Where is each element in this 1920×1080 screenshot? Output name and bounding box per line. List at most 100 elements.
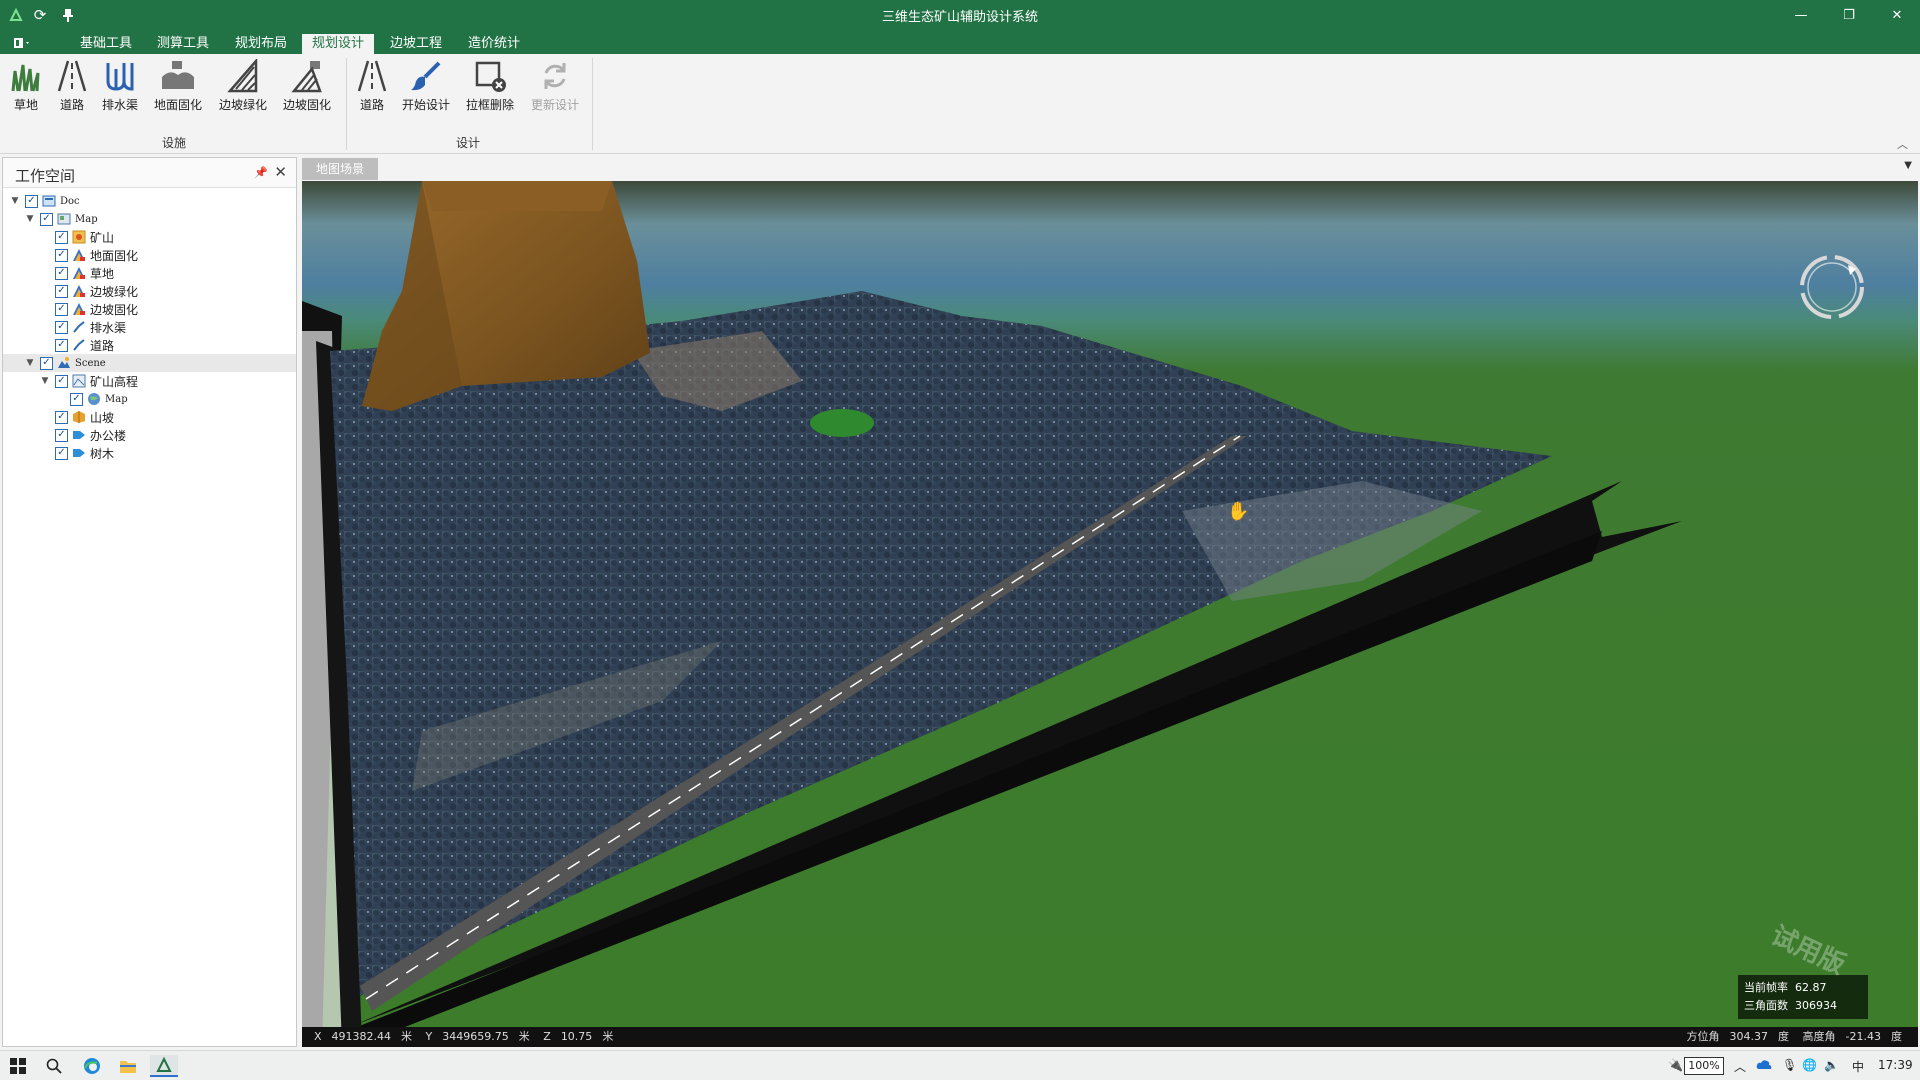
pin-panel-icon[interactable]: 📌 [254,166,268,179]
minimize-button[interactable]: — [1778,0,1824,31]
box-delete-label: 拉框删除 [465,98,514,112]
layer-visible-checkbox[interactable]: ✓ [55,284,68,298]
layer-visible-checkbox[interactable]: ✓ [55,230,68,244]
layer-visible-checkbox[interactable]: ✓ [55,320,68,334]
tree-expand-icon[interactable]: ▼ [39,376,51,386]
edge-browser-icon[interactable] [78,1055,106,1077]
tab-cost-statistics[interactable]: 造价统计 [458,34,530,54]
show-hidden-icons-chevron-icon[interactable]: ︿ [1734,1058,1746,1075]
tree-expand-icon[interactable]: ▼ [9,196,21,206]
slope-greening-button[interactable]: 边坡绿化 [214,58,272,120]
tree-node[interactable]: ✓ 草地 [3,264,296,282]
road-button[interactable]: 道路 [52,58,92,120]
x-value: 491382.44 [331,1030,392,1043]
update-design-button[interactable]: 更新设计 [526,58,584,120]
clock[interactable]: 17:39 [1878,1058,1913,1072]
tab-basic-tools[interactable]: 基础工具 [70,34,142,54]
tree-node[interactable]: ✓ 边坡固化 [3,300,296,318]
tree-node[interactable]: ✓ 道路 [3,336,296,354]
network-globe-icon[interactable]: 🌐 [1802,1058,1817,1072]
battery-indicator[interactable]: 100% [1684,1057,1724,1075]
building-icon [72,428,86,442]
coordinate-status-bar: X 491382.44 米 Y 3449659.75 米 Z 10.75 米 方位角 304.… [302,1027,1918,1047]
tab-planning-design[interactable]: 规划设计 [302,34,375,54]
tree-node[interactable]: ✓ 山坡 [3,408,296,426]
brush-icon [406,58,446,94]
elevation-icon [72,374,86,388]
doc-icon [42,194,56,208]
close-panel-icon[interactable]: ✕ [274,163,287,181]
tree-expand-icon[interactable]: ▼ [24,358,36,368]
app-taskbar-icon[interactable] [150,1055,178,1077]
layer-visible-checkbox[interactable]: ✓ [55,446,68,460]
tab-slope-engineering[interactable]: 边坡工程 [380,34,452,54]
map-scene-view[interactable]: ✋ 试用版 当前帧率 62.87 三角面数 306934 X 491382.44 米… [302,181,1918,1047]
grass-icon [6,58,46,94]
layer-visible-checkbox[interactable]: ✓ [25,194,38,208]
tree-node[interactable]: ▼ ✓ Doc [3,192,296,210]
restore-button[interactable]: ❐ [1826,0,1872,31]
altitude-label: 高度角 [1802,1030,1836,1043]
tree-node[interactable]: ✓ Map [3,390,296,408]
tree-node[interactable]: ✓ 矿山 [3,228,296,246]
slope-greening-label: 边坡绿化 [218,98,267,112]
microphone-icon[interactable]: 🎙 [1782,1058,1797,1072]
start-design-button[interactable]: 开始设计 [398,58,454,120]
tree-node[interactable]: ▼ ✓ Map [3,210,296,228]
compass-control-icon[interactable] [1796,251,1868,323]
design-group-label: 设计 [455,136,480,150]
layer-visible-checkbox[interactable]: ✓ [70,392,83,406]
app-logo-icon[interactable] [4,5,28,25]
layer-visible-checkbox[interactable]: ✓ [55,374,68,388]
tree-node[interactable]: ✓ 地面固化 [3,246,296,264]
tree-node[interactable]: ✓ 边坡绿化 [3,282,296,300]
box-delete-button[interactable]: 拉框删除 [462,58,518,120]
tab-map-scene[interactable]: 地图场景 [302,158,378,180]
layer-visible-checkbox[interactable]: ✓ [55,338,68,352]
drainage-label: 排水渠 [101,98,138,112]
pin-icon[interactable] [56,5,80,25]
close-button[interactable]: ✕ [1874,0,1920,31]
slope-harden-button[interactable]: 边坡固化 [278,58,336,120]
file-explorer-icon[interactable] [114,1055,142,1077]
workspace-title: 工作空间 [15,167,76,185]
tree-node[interactable]: ✓ 办公楼 [3,426,296,444]
layer-visible-checkbox[interactable]: ✓ [40,356,53,370]
collapse-ribbon-icon[interactable]: ︿ [1897,136,1908,152]
facilities-group-label: 设施 [161,136,186,150]
volume-icon[interactable]: 🔈 [1824,1058,1839,1072]
onedrive-icon[interactable] [1756,1058,1772,1072]
tab-dropdown-icon[interactable]: ▼ [1904,160,1912,171]
search-icon[interactable] [40,1055,68,1077]
layer-visible-checkbox[interactable]: ✓ [55,410,68,424]
tree-node[interactable]: ✓ 排水渠 [3,318,296,336]
refresh-icon[interactable]: ⟳ [28,5,52,25]
tree-expand-icon[interactable]: ▼ [24,214,36,224]
refresh-icon [535,58,575,94]
design-road-button[interactable]: 道路 [352,58,392,120]
layer-visible-checkbox[interactable]: ✓ [55,428,68,442]
tree-node[interactable]: ✓ 树木 [3,444,296,462]
layer-visible-checkbox[interactable]: ✓ [55,266,68,280]
z-label: Z [543,1030,551,1043]
ime-indicator[interactable]: 中 [1852,1058,1864,1075]
drainage-button[interactable]: 排水渠 [98,58,142,120]
y-unit: 米 [518,1030,530,1043]
tab-planning-layout[interactable]: 规划布局 [225,34,297,54]
tree-node[interactable]: ▼ ✓ Scene [3,354,296,372]
azimuth-unit: 度 [1778,1030,1790,1043]
menu-bar: 基础工具 测算工具 规划布局 规划设计 边坡工程 造价统计 [0,31,1920,54]
slope-harden-icon [287,58,327,94]
tab-measure-tools[interactable]: 测算工具 [147,34,219,54]
grass-button[interactable]: 草地 [6,58,46,120]
tree-node-label: 边坡固化 [90,302,139,317]
app-menu-button[interactable] [14,34,48,51]
layer-visible-checkbox[interactable]: ✓ [40,212,53,226]
taskbar: 🔌 100% ︿ 🎙 🌐 🔈 中 17:39 [0,1050,1920,1080]
layer-visible-checkbox[interactable]: ✓ [55,248,68,262]
tree-node[interactable]: ▼ ✓ 矿山高程 [3,372,296,390]
ground-harden-button[interactable]: 地面固化 [150,58,206,120]
windows-start-icon[interactable] [4,1055,32,1077]
layer-visible-checkbox[interactable]: ✓ [55,302,68,316]
grass-label: 草地 [13,98,38,112]
